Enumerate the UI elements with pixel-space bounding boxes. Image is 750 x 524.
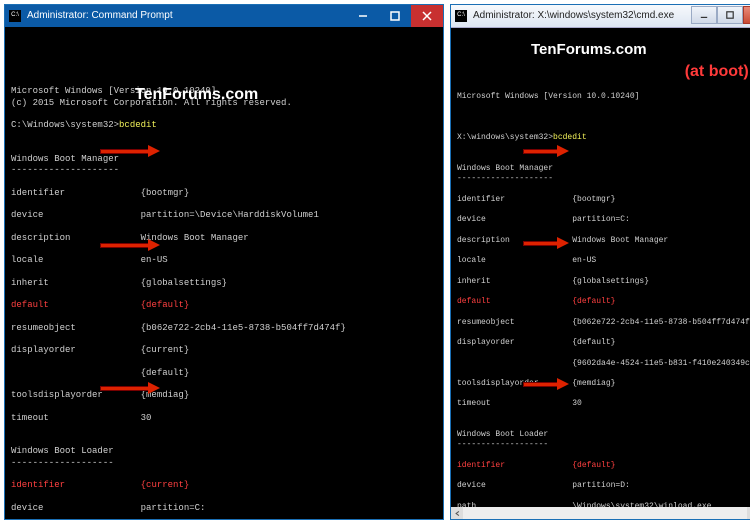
cmd-icon [455,10,467,22]
maximize-button[interactable] [717,6,743,24]
scrollbar-horizontal[interactable] [451,507,750,519]
terminal-right[interactable]: TenForums.com (at boot) Microsoft Window… [451,28,750,519]
scroll-track[interactable] [463,507,747,519]
at-boot-label: (at boot) [685,62,749,82]
minimize-button[interactable] [347,5,379,27]
title-right: Administrator: X:\windows\system32\cmd.e… [473,10,691,23]
titlebar-left[interactable]: Administrator: Command Prompt [5,5,443,27]
close-button[interactable] [743,6,750,24]
window-right: Administrator: X:\windows\system32\cmd.e… [450,4,750,520]
window-left: Administrator: Command Prompt TenForums.… [4,4,444,520]
watermark: TenForums.com [531,40,647,59]
cmd-icon [9,10,21,22]
maximize-button[interactable] [379,5,411,27]
title-left: Administrator: Command Prompt [27,10,347,23]
titlebar-right[interactable]: Administrator: X:\windows\system32\cmd.e… [451,5,750,28]
minimize-button[interactable] [691,6,717,24]
scroll-left-icon[interactable] [451,507,463,519]
terminal-left[interactable]: TenForums.com Microsoft Windows [Version… [5,27,443,519]
close-button[interactable] [411,5,443,27]
